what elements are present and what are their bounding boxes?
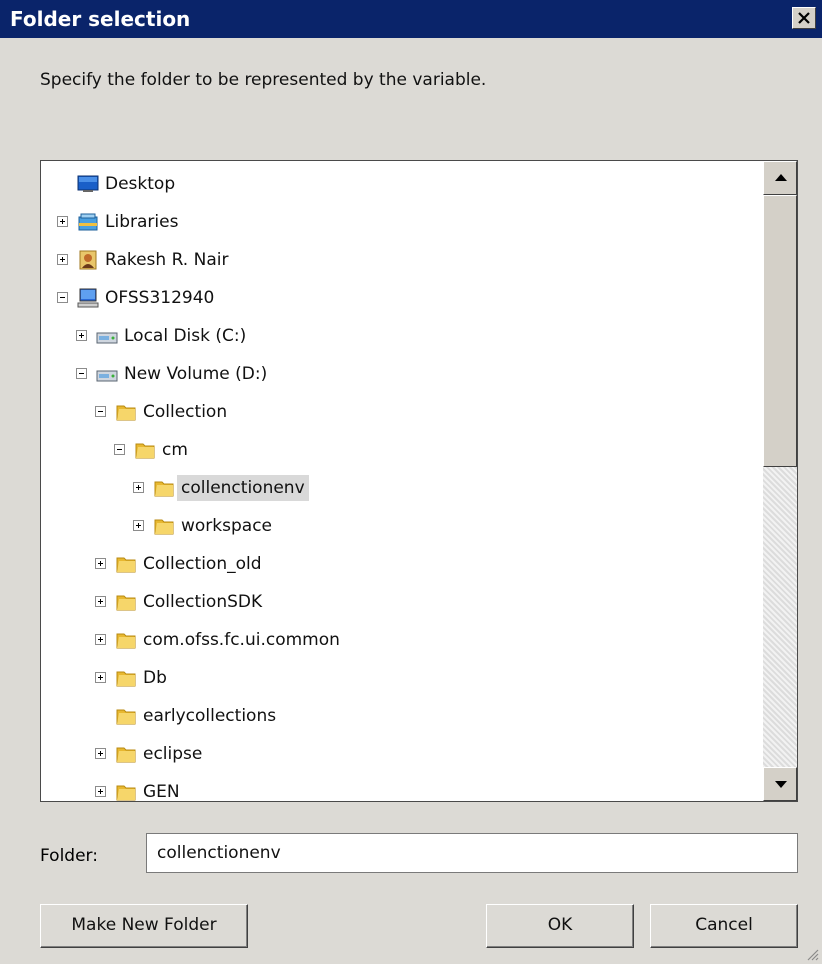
collapse-icon[interactable] (57, 292, 68, 303)
folder-icon (115, 781, 137, 801)
tree-node[interactable]: cm (41, 431, 763, 469)
expand-icon[interactable] (133, 482, 144, 493)
expand-icon[interactable] (133, 520, 144, 531)
computer-icon (77, 287, 99, 309)
folder-icon (115, 743, 137, 765)
tree-node[interactable]: Local Disk (C:) (41, 317, 763, 355)
tree-node[interactable]: collenctionenv (41, 469, 763, 507)
tree-node-label[interactable]: cm (158, 437, 192, 463)
folder-selection-dialog: Folder selection Specify the folder to b… (0, 0, 822, 964)
expand-icon[interactable] (95, 558, 106, 569)
tree-node[interactable]: Collection_old (41, 545, 763, 583)
tree-node-label[interactable]: com.ofss.fc.ui.common (139, 627, 344, 653)
tree-scrollbar[interactable] (763, 161, 797, 801)
tree-node-label[interactable]: collenctionenv (177, 475, 309, 501)
drive-icon (96, 325, 118, 347)
make-new-folder-button[interactable]: Make New Folder (40, 904, 248, 948)
libraries-icon (77, 211, 99, 233)
tree-node[interactable]: Rakesh R. Nair (41, 241, 763, 279)
expand-icon[interactable] (76, 330, 87, 341)
title-bar[interactable]: Folder selection (0, 0, 822, 38)
scroll-up-button[interactable] (763, 161, 797, 195)
tree-node-label[interactable]: workspace (177, 513, 276, 539)
expand-icon[interactable] (95, 596, 106, 607)
tree-node-label[interactable]: GEN (139, 779, 184, 801)
expand-icon[interactable] (95, 672, 106, 683)
tree-node[interactable]: Libraries (41, 203, 763, 241)
collapse-icon[interactable] (76, 368, 87, 379)
tree-node[interactable]: Desktop (41, 165, 763, 203)
folder-icon (153, 477, 175, 499)
folder-icon (115, 401, 137, 423)
ok-button[interactable]: OK (486, 904, 634, 948)
tree-node-label[interactable]: OFSS312940 (101, 285, 218, 311)
expand-icon[interactable] (95, 748, 106, 759)
folder-icon (115, 629, 137, 651)
expand-icon[interactable] (57, 254, 68, 265)
tree-node-label[interactable]: Libraries (101, 209, 182, 235)
tree-node-label[interactable]: CollectionSDK (139, 589, 266, 615)
tree-node-label[interactable]: Desktop (101, 171, 179, 197)
folder-input[interactable] (146, 833, 798, 873)
tree-node[interactable]: Db (41, 659, 763, 697)
expand-icon[interactable] (57, 216, 68, 227)
scroll-down-button[interactable] (763, 767, 797, 801)
folder-icon (115, 553, 137, 575)
tree-node-label[interactable]: eclipse (139, 741, 206, 767)
tree-node-label[interactable]: Local Disk (C:) (120, 323, 250, 349)
arrow-down-icon (775, 781, 787, 788)
collapse-icon[interactable] (95, 406, 106, 417)
folder-tree[interactable]: Desktop Libraries Rakesh R. Nair OFSS312940… (40, 160, 798, 802)
tree-node[interactable]: OFSS312940 (41, 279, 763, 317)
scroll-thumb[interactable] (763, 195, 797, 467)
tree-node[interactable]: Collection (41, 393, 763, 431)
dialog-title: Folder selection (10, 7, 191, 31)
folder-icon (115, 591, 137, 613)
tree-node-label[interactable]: Rakesh R. Nair (101, 247, 232, 273)
arrow-up-icon (775, 174, 787, 181)
expand-icon[interactable] (95, 634, 106, 645)
user-icon (77, 249, 99, 271)
collapse-icon[interactable] (114, 444, 125, 455)
tree-node-label[interactable]: Collection (139, 399, 231, 425)
desktop-icon (77, 173, 99, 195)
tree-node-label[interactable]: New Volume (D:) (120, 361, 271, 387)
folder-icon (115, 705, 137, 727)
tree-node-label[interactable]: earlycollections (139, 703, 280, 729)
drive-icon (96, 363, 118, 385)
cancel-button[interactable]: Cancel (650, 904, 798, 948)
tree-node-label[interactable]: Db (139, 665, 171, 691)
folder-icon (134, 439, 156, 461)
tree-node-label[interactable]: Collection_old (139, 551, 266, 577)
close-icon (798, 12, 810, 24)
tree-node[interactable]: GEN (41, 773, 763, 801)
tree-node[interactable]: eclipse (41, 735, 763, 773)
folder-icon (153, 515, 175, 537)
folder-label: Folder: (40, 846, 98, 866)
expand-icon[interactable] (95, 786, 106, 797)
tree-node[interactable]: com.ofss.fc.ui.common (41, 621, 763, 659)
tree-node[interactable]: earlycollections (41, 697, 763, 735)
tree-node[interactable]: workspace (41, 507, 763, 545)
tree-node[interactable]: New Volume (D:) (41, 355, 763, 393)
instruction-text: Specify the folder to be represented by … (40, 70, 487, 90)
tree-node[interactable]: CollectionSDK (41, 583, 763, 621)
resize-grip-icon[interactable] (805, 947, 819, 961)
close-button[interactable] (792, 7, 816, 29)
folder-icon (115, 667, 137, 689)
